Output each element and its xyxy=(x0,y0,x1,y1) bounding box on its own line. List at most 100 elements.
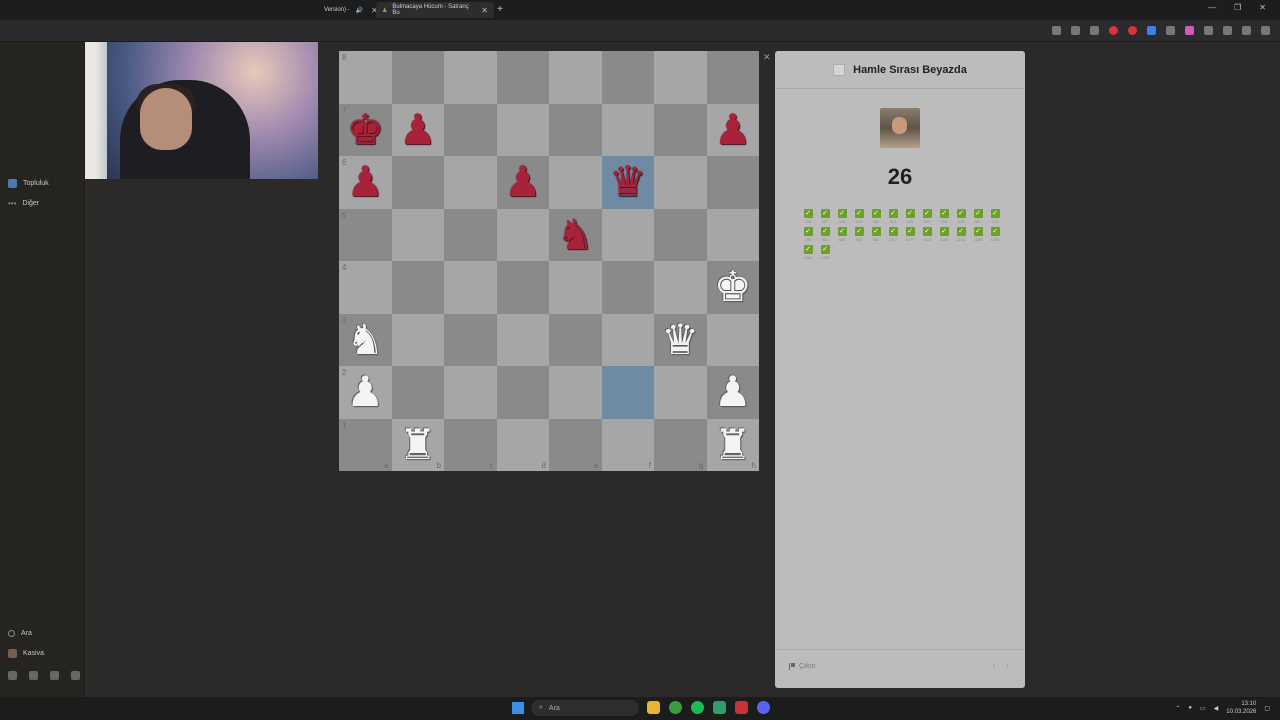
square-a6[interactable]: 6 ♟ xyxy=(339,156,392,209)
white-pawn-icon[interactable]: ♟ xyxy=(714,371,752,413)
translate-icon[interactable] xyxy=(1147,26,1156,35)
solved-puzzle-item[interactable]: ✓ 590 xyxy=(939,209,949,224)
speaker-icon[interactable]: 🔊 xyxy=(356,7,363,14)
messages-icon[interactable] xyxy=(29,671,38,680)
square-d7[interactable] xyxy=(496,103,549,156)
app-icon[interactable] xyxy=(713,701,726,714)
solved-puzzle-item[interactable]: ✓ 413 xyxy=(888,209,898,224)
solved-puzzle-item[interactable]: ✓ 298 xyxy=(837,209,847,224)
square-h3[interactable] xyxy=(706,313,759,366)
puzzle-icon[interactable] xyxy=(1204,26,1213,35)
black-pawn-icon[interactable]: ♟ xyxy=(399,108,437,151)
cast-icon[interactable] xyxy=(1052,26,1061,35)
resign-button[interactable]: Çıkın xyxy=(789,663,815,670)
more-options-icon[interactable] xyxy=(1261,26,1270,35)
square-e4[interactable] xyxy=(549,261,602,314)
square-g4[interactable] xyxy=(654,261,707,314)
black-queen-icon[interactable]: ♛ xyxy=(609,161,647,203)
black-pawn-icon[interactable]: ♟ xyxy=(714,108,752,151)
square-g2[interactable] xyxy=(654,366,707,419)
square-a4[interactable]: 4 xyxy=(339,261,392,314)
square-c8[interactable] xyxy=(444,51,497,104)
extension-icon[interactable] xyxy=(1090,26,1099,35)
app-red-icon[interactable] xyxy=(735,701,748,714)
white-king-icon[interactable]: ♚ xyxy=(714,266,752,308)
square-a5[interactable]: 5 xyxy=(339,208,392,261)
square-d4[interactable] xyxy=(496,261,549,314)
square-f8[interactable] xyxy=(601,51,654,104)
square-a3[interactable]: 3 ♞ xyxy=(339,313,392,366)
square-e8[interactable] xyxy=(549,51,602,104)
tab-puzzle-rush[interactable]: ♟ Bulmacaya Hücum - Satranç Bu ✕ xyxy=(376,2,494,18)
close-icon[interactable]: ✕ xyxy=(481,6,488,15)
pen-icon[interactable] xyxy=(1166,26,1175,35)
square-d5[interactable] xyxy=(496,208,549,261)
black-pawn-icon[interactable]: ♟ xyxy=(504,161,542,203)
adblock-icon[interactable] xyxy=(1128,26,1137,35)
solved-puzzle-item[interactable]: ✓ 1077 xyxy=(905,227,915,242)
solved-puzzle-item[interactable]: ✓ 1330 xyxy=(990,227,1000,242)
spotify-icon[interactable] xyxy=(691,701,704,714)
square-e2[interactable] xyxy=(549,366,602,419)
new-tab-button[interactable]: + xyxy=(497,4,503,15)
square-h4[interactable]: ♚ xyxy=(706,261,759,314)
white-knight-icon[interactable]: ♞ xyxy=(346,318,384,361)
square-c2[interactable] xyxy=(444,366,497,419)
star-icon[interactable] xyxy=(1071,26,1080,35)
menu-icon[interactable] xyxy=(1223,26,1232,35)
square-g7[interactable] xyxy=(654,103,707,156)
square-b1[interactable]: b ♜ xyxy=(391,418,444,471)
square-b4[interactable] xyxy=(391,261,444,314)
square-g6[interactable] xyxy=(654,156,707,209)
solved-puzzle-item[interactable]: ✓ 880 xyxy=(837,227,847,242)
square-b5[interactable] xyxy=(391,208,444,261)
sidebar-item-profile[interactable]: Kasiva xyxy=(8,649,44,658)
next-button[interactable]: › xyxy=(1006,660,1009,671)
close-window-icon[interactable]: ✕ xyxy=(1259,3,1266,12)
solved-puzzle-item[interactable]: ✓ 667 xyxy=(973,209,983,224)
chess-board[interactable]: 8 7 ♚ ♟ ♟ 6 ♟ ♟ ♛ 5 ♞ 4 ♚ 3 ♞ ♛ 2 ♟ ♟ 1 a b ♜ c d e f g h ♜ xyxy=(339,51,759,471)
square-g5[interactable] xyxy=(654,208,707,261)
square-h6[interactable] xyxy=(706,156,759,209)
solved-puzzle-item[interactable]: ✓ 831 xyxy=(820,227,830,242)
square-d8[interactable] xyxy=(496,51,549,104)
square-a8[interactable]: 8 xyxy=(339,51,392,104)
square-f2[interactable] xyxy=(601,366,654,419)
solved-puzzle-item[interactable]: ✓ 982 xyxy=(871,227,881,242)
square-e5[interactable]: ♞ xyxy=(549,208,602,261)
taskbar-search[interactable]: ⌕ Ara xyxy=(531,700,639,716)
square-a1[interactable]: 1a xyxy=(339,418,392,471)
square-d6[interactable]: ♟ xyxy=(496,156,549,209)
notification-icon[interactable]: ▢ xyxy=(1264,705,1270,712)
solved-puzzle-item[interactable]: ✓ 1425 xyxy=(820,245,830,260)
white-pawn-icon[interactable]: ♟ xyxy=(346,371,384,413)
square-f7[interactable] xyxy=(601,103,654,156)
square-f1[interactable]: f xyxy=(601,418,654,471)
square-d3[interactable] xyxy=(496,313,549,366)
square-b6[interactable] xyxy=(391,156,444,209)
square-g8[interactable] xyxy=(654,51,707,104)
extension-pink-icon[interactable] xyxy=(1185,26,1194,35)
white-queen-icon[interactable]: ♛ xyxy=(661,318,699,361)
square-h5[interactable] xyxy=(706,208,759,261)
previous-button[interactable]: ‹ xyxy=(992,660,995,671)
square-e7[interactable] xyxy=(549,103,602,156)
solved-puzzle-item[interactable]: ✓ 1285 xyxy=(973,227,983,242)
start-button[interactable] xyxy=(512,702,524,714)
discord-icon[interactable] xyxy=(757,701,770,714)
square-e3[interactable] xyxy=(549,313,602,366)
white-rook-icon[interactable]: ♜ xyxy=(714,423,752,466)
friends-icon[interactable] xyxy=(8,671,17,680)
chevron-up-icon[interactable]: ⌃ xyxy=(1175,705,1180,712)
sidebar-item-more[interactable]: ••• Diğer xyxy=(8,199,39,208)
solved-puzzle-item[interactable]: ✓ 310 xyxy=(854,209,864,224)
close-icon[interactable]: ✕ xyxy=(763,52,771,63)
solved-puzzle-item[interactable]: ✓ 1211 xyxy=(956,227,966,242)
solved-puzzle-item[interactable]: ✓ 1017 xyxy=(888,227,898,242)
solved-puzzle-item[interactable]: ✓ 540 xyxy=(922,209,932,224)
solved-puzzle-item[interactable]: ✓ 619 xyxy=(956,209,966,224)
square-b7[interactable]: ♟ xyxy=(391,103,444,156)
square-e1[interactable]: e xyxy=(549,418,602,471)
clock[interactable]: 13:10 10.03.2026 xyxy=(1226,700,1256,716)
mic-icon[interactable]: ● xyxy=(1188,705,1192,711)
